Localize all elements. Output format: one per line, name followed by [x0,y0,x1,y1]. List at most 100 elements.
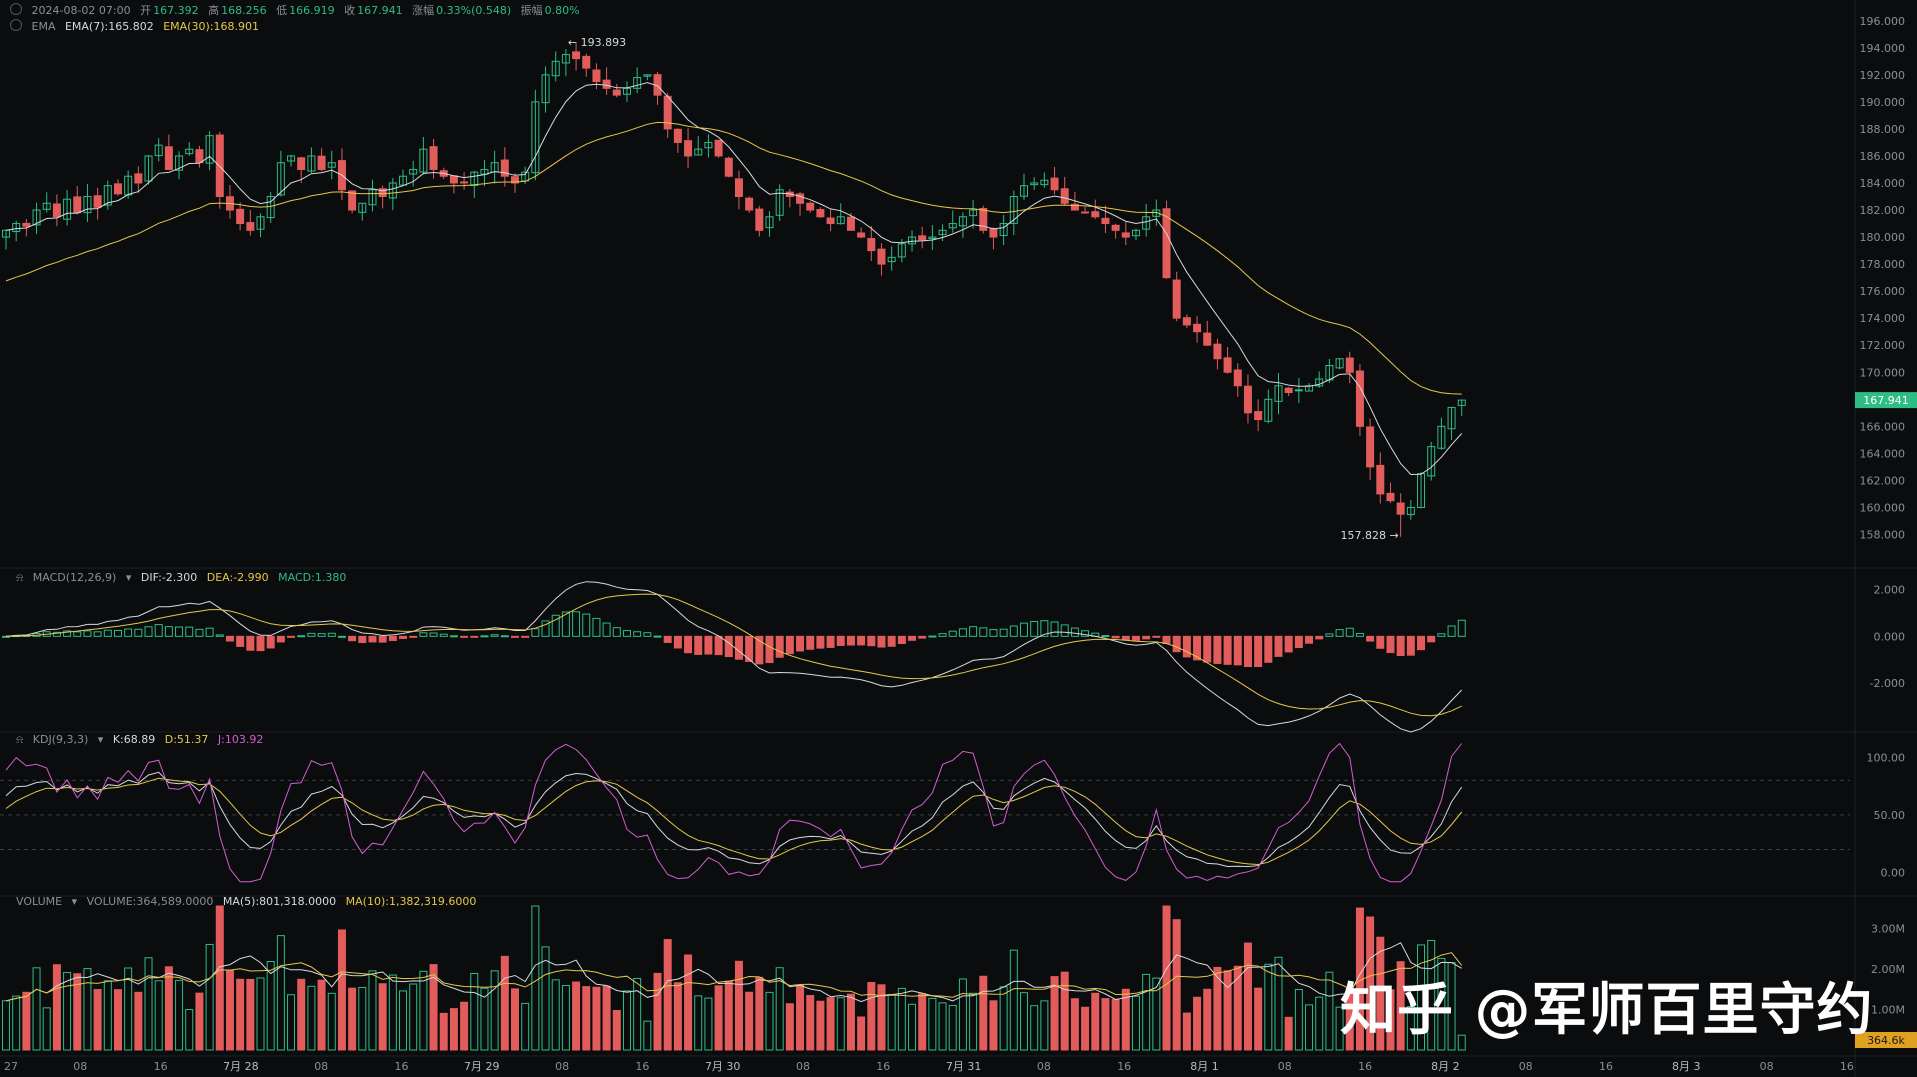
volume-bar [42,1007,51,1051]
ema-name[interactable]: EMA [32,20,56,33]
volume-bar [918,993,927,1051]
macd-histogram-bar [1457,619,1466,637]
volume-bar [113,989,122,1051]
macd-histogram-bar [124,628,133,637]
macd-histogram-bar [887,635,896,647]
price-tick-label: 180.000 [1860,231,1906,244]
volume-bar [836,997,845,1051]
candle-body [1081,211,1090,214]
macd-histogram-bar [1009,625,1018,637]
candle-body [745,197,754,211]
macd-histogram-bar [765,635,774,664]
macd-histogram-bar [1020,622,1028,637]
visibility-icon[interactable] [10,19,22,31]
candle-body [52,203,61,218]
candle-body [1111,224,1120,231]
time-axis-label: 08 [796,1060,810,1073]
kdj-name[interactable]: KDJ(9,3,3) [33,733,89,746]
macd-histogram-bar [653,635,662,638]
macd-histogram-bar [134,628,143,637]
volume-bar [175,979,184,1051]
candle-body [755,208,764,231]
macd-histogram-bar [1345,627,1354,637]
volume-bar [1172,919,1181,1051]
volume-bar [1020,992,1028,1051]
volume-bar [205,943,214,1051]
volume-bar [887,994,896,1051]
macd-histogram-bar [1396,635,1405,657]
chevron-down-icon[interactable]: ▾ [98,733,104,746]
ma10-value: MA(10):1,382,319.6000 [345,895,477,908]
volume-bar [806,995,815,1051]
macd-histogram-bar [368,635,377,643]
macd-histogram-bar [439,633,448,637]
dif-value: DIF:-2.300 [140,571,198,584]
candle-body [246,222,255,231]
volume-bar [134,991,143,1051]
datetime: 2024-08-02 07:00 [31,4,131,17]
macd-histogram-bar [928,635,937,638]
macd-histogram-bar [358,635,367,644]
volume-bar [368,970,377,1051]
macd-name[interactable]: MACD(12,26,9) [33,571,117,584]
candle-body [592,69,601,83]
settings-icon[interactable] [10,3,22,15]
macd-histogram-bar [1233,635,1242,666]
macd-histogram-bar [877,635,886,648]
macd-histogram-bar [490,634,499,637]
volume-bar [673,982,682,1051]
bell-icon[interactable]: ⍾ [16,571,23,584]
macd-histogram-bar [643,632,652,637]
macd-histogram-bar [663,635,672,643]
dea-line [5,593,1462,717]
chevron-down-icon[interactable]: ▾ [72,895,78,908]
volume-bar [144,957,153,1051]
macd-histogram-bar [337,635,346,638]
bell-icon[interactable]: ⍾ [16,733,23,746]
macd-histogram-bar [816,635,825,649]
candle-body [1162,208,1171,279]
volume-bar [958,978,967,1051]
volume-bar [1254,987,1263,1051]
volume-tick-label: 1.00M [1871,1003,1905,1016]
price-tick-label: 166.000 [1860,420,1906,433]
volume-bar [1264,963,1273,1051]
candle-body [918,235,927,241]
candle-body [317,155,326,170]
volume-bar [52,964,61,1051]
change-label: 涨幅 [412,4,435,17]
ema7-line [5,82,1463,476]
candle-body [857,232,866,238]
volume-bar [236,978,245,1051]
macd-histogram-bar [419,632,428,637]
macd-histogram-bar [673,635,682,649]
macd-histogram-bar [572,611,581,637]
macd-histogram-bar [185,626,194,637]
price-tick-label: 196.000 [1860,15,1906,28]
volume-bar [826,997,835,1051]
candle-body [1091,211,1100,218]
volume-bar [1101,998,1110,1051]
candle-body [1376,464,1385,495]
close-label: 收 [344,4,356,17]
macd-histogram-bar [1355,632,1364,637]
candle-body [449,175,458,184]
volume-bar [490,970,499,1051]
j-value: J:103.92 [217,733,264,746]
macd-histogram-bar [704,635,713,655]
macd-histogram-bar [1274,635,1283,657]
candle-body [1284,387,1293,394]
volume-bar [1193,996,1202,1051]
chevron-down-icon[interactable]: ▾ [126,571,132,584]
macd-histogram-bar [1050,621,1059,637]
volume-bar [602,985,611,1051]
candle-body [989,228,998,238]
macd-histogram-bar [409,635,418,638]
candle-body [582,55,591,69]
candle-body [195,149,204,164]
volume-name[interactable]: VOLUME [16,895,62,908]
chart-canvas[interactable]: 196.000 194.000 192.000 190.000 188.000 186.0… [0,0,1917,1077]
macd-histogram-bar [1305,635,1314,644]
ema7-value: EMA(7):165.802 [64,20,154,33]
price-tick-label: 158.000 [1860,528,1906,541]
